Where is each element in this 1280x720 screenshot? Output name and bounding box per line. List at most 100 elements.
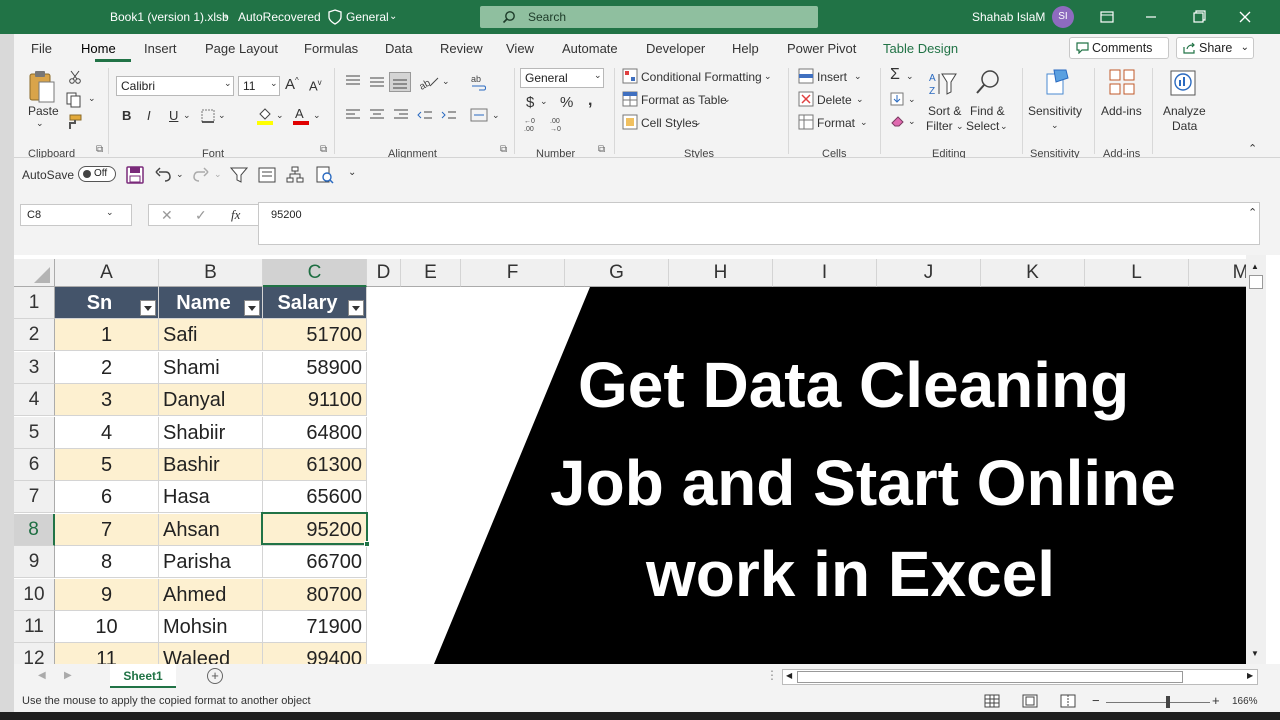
row-header-2[interactable]: 2 — [14, 319, 55, 352]
chevron-down-icon[interactable]: ⌄ — [854, 71, 862, 82]
chevron-down-icon[interactable]: ⌄ — [764, 71, 772, 82]
chevron-down-icon[interactable]: ⌄ — [88, 93, 96, 104]
decrease-decimal-icon[interactable]: .00 →0 — [550, 116, 568, 132]
next-sheet-icon[interactable]: ▶ — [64, 670, 72, 681]
chevron-down-icon[interactable]: ⌄ — [906, 71, 914, 82]
row-header-3[interactable]: 3 — [14, 351, 55, 384]
table-cell-name[interactable]: Mohsin — [159, 611, 263, 643]
analyze-data-icon[interactable] — [1168, 68, 1200, 98]
zoom-level[interactable]: 166% — [1232, 696, 1258, 707]
sort-filter-label-1[interactable]: Sort & — [928, 104, 961, 118]
share-button[interactable]: Share ⌄ — [1176, 37, 1254, 59]
sensitivity-label[interactable]: General — [346, 10, 389, 24]
fill-icon[interactable] — [890, 92, 904, 106]
format-cells-icon[interactable] — [798, 114, 814, 130]
chevron-down-icon[interactable]: ⌄ — [389, 11, 397, 22]
chevron-down-icon[interactable]: ⌄ — [723, 94, 731, 105]
tab-help[interactable]: Help — [732, 41, 759, 56]
decrease-font-icon[interactable]: Av — [309, 78, 322, 93]
format-as-table-icon[interactable] — [622, 91, 638, 107]
save-icon[interactable] — [126, 166, 144, 184]
table-cell-name[interactable]: Shami — [159, 351, 263, 384]
fill-handle[interactable] — [364, 541, 370, 547]
tab-review[interactable]: Review — [440, 41, 483, 56]
find-select-label-1[interactable]: Find & — [970, 104, 1005, 118]
table-cell-salary[interactable]: 99400 — [263, 643, 367, 664]
search-box[interactable]: Search — [480, 6, 818, 28]
chevron-down-icon[interactable]: ⌄ — [36, 118, 44, 129]
chevron-down-icon[interactable]: ⌄ — [860, 117, 868, 128]
chevron-down-icon[interactable]: ⌄ — [183, 110, 191, 121]
worksheet-grid[interactable]: ABCDEFGHIJKLM 1 2 3 4 5 6 7 8 9 10 11 12 Sn Name Sala… — [14, 255, 1257, 664]
table-cell-name[interactable]: Hasa — [159, 481, 263, 514]
table-cell-salary[interactable]: 66700 — [263, 546, 367, 579]
chevron-down-icon[interactable]: ⌄ — [218, 110, 226, 121]
expand-formula-icon[interactable]: ⌃ — [1248, 206, 1257, 219]
autosum-icon[interactable]: Σ — [890, 66, 900, 84]
scroll-up-icon[interactable]: ▲ — [1251, 262, 1259, 271]
table-cell-sn[interactable]: 7 — [55, 513, 159, 546]
row-header-5[interactable]: 5 — [14, 416, 55, 449]
dialog-launcher-icon[interactable]: ⧉ — [598, 144, 605, 155]
row-header-11[interactable]: 11 — [14, 611, 55, 643]
table-cell-salary[interactable]: 91100 — [263, 384, 367, 417]
column-header-d[interactable]: D — [367, 259, 401, 287]
table-cell-name[interactable]: Parisha — [159, 546, 263, 579]
column-header-f[interactable]: F — [461, 259, 565, 287]
chevron-down-icon[interactable]: ⌄ — [594, 70, 602, 81]
tab-table-design[interactable]: Table Design — [883, 41, 958, 56]
align-bottom-icon[interactable] — [389, 72, 411, 92]
chevron-down-icon[interactable]: ⌄ — [1000, 121, 1008, 132]
currency-icon[interactable]: $ — [526, 94, 534, 111]
column-header-c[interactable]: C — [263, 259, 367, 287]
table-cell-sn[interactable]: 6 — [55, 481, 159, 514]
table-cell-sn[interactable]: 4 — [55, 416, 159, 449]
table-cell-sn[interactable]: 2 — [55, 351, 159, 384]
tab-view[interactable]: View — [506, 41, 534, 56]
avatar[interactable]: SI — [1052, 6, 1074, 28]
autosave-toggle[interactable]: Off — [78, 166, 116, 182]
dialog-launcher-icon[interactable]: ⧉ — [320, 144, 327, 155]
paste-label[interactable]: Paste — [28, 104, 59, 118]
column-header-b[interactable]: B — [159, 259, 263, 287]
table-cell-sn[interactable]: 10 — [55, 611, 159, 643]
table-cell-salary[interactable]: 80700 — [263, 578, 367, 611]
borders-icon[interactable] — [200, 108, 216, 124]
close-icon[interactable] — [1232, 6, 1258, 28]
chevron-down-icon[interactable]: ⌄ — [442, 76, 450, 87]
chevron-down-icon[interactable]: ⌄ — [224, 78, 232, 89]
tab-home[interactable]: Home — [81, 41, 116, 56]
h-scroll-thumb[interactable] — [797, 671, 1183, 683]
chevron-down-icon[interactable]: ⌄ — [540, 96, 548, 107]
scroll-down-icon[interactable]: ▼ — [1251, 649, 1259, 658]
conditional-formatting-icon[interactable] — [622, 68, 638, 84]
addins-button[interactable]: Add-ins — [1101, 104, 1142, 118]
enter-icon[interactable]: ✓ — [195, 207, 207, 224]
column-header-l[interactable]: L — [1085, 259, 1189, 287]
table-cell-sn[interactable]: 9 — [55, 578, 159, 611]
bold-button[interactable]: B — [122, 108, 131, 123]
print-preview-icon[interactable] — [316, 166, 334, 184]
filter-dropdown-icon[interactable] — [140, 300, 156, 316]
tab-file[interactable]: File — [31, 41, 52, 56]
row-header-6[interactable]: 6 — [14, 449, 55, 481]
horizontal-scrollbar[interactable]: ◀ ▶ — [782, 669, 1258, 685]
copy-icon[interactable] — [66, 92, 82, 108]
table-cell-name[interactable]: Waleed — [159, 643, 263, 664]
analyze-data-label-1[interactable]: Analyze — [1163, 104, 1206, 118]
orientation-icon[interactable]: ab — [418, 74, 440, 90]
vertical-scrollbar[interactable]: ▲ ▼ — [1246, 255, 1266, 664]
comma-style-icon[interactable]: , — [588, 92, 592, 110]
increase-decimal-icon[interactable]: ←0.00 — [524, 116, 542, 132]
table-cell-sn[interactable]: 3 — [55, 384, 159, 417]
table-cell-name[interactable]: Ahsan — [159, 513, 263, 546]
find-select-icon[interactable] — [974, 68, 1002, 98]
sensitivity-icon[interactable] — [1044, 68, 1070, 98]
chevron-down-icon[interactable]: ⌄ — [1051, 120, 1059, 131]
row-header-9[interactable]: 9 — [14, 546, 55, 579]
zoom-slider[interactable] — [1106, 702, 1210, 703]
chevron-down-icon[interactable]: ⌄ — [270, 78, 278, 89]
sensitivity-button[interactable]: Sensitivity — [1028, 104, 1082, 118]
ribbon-display-icon[interactable] — [1094, 6, 1120, 28]
cancel-icon[interactable]: ✕ — [161, 207, 173, 224]
